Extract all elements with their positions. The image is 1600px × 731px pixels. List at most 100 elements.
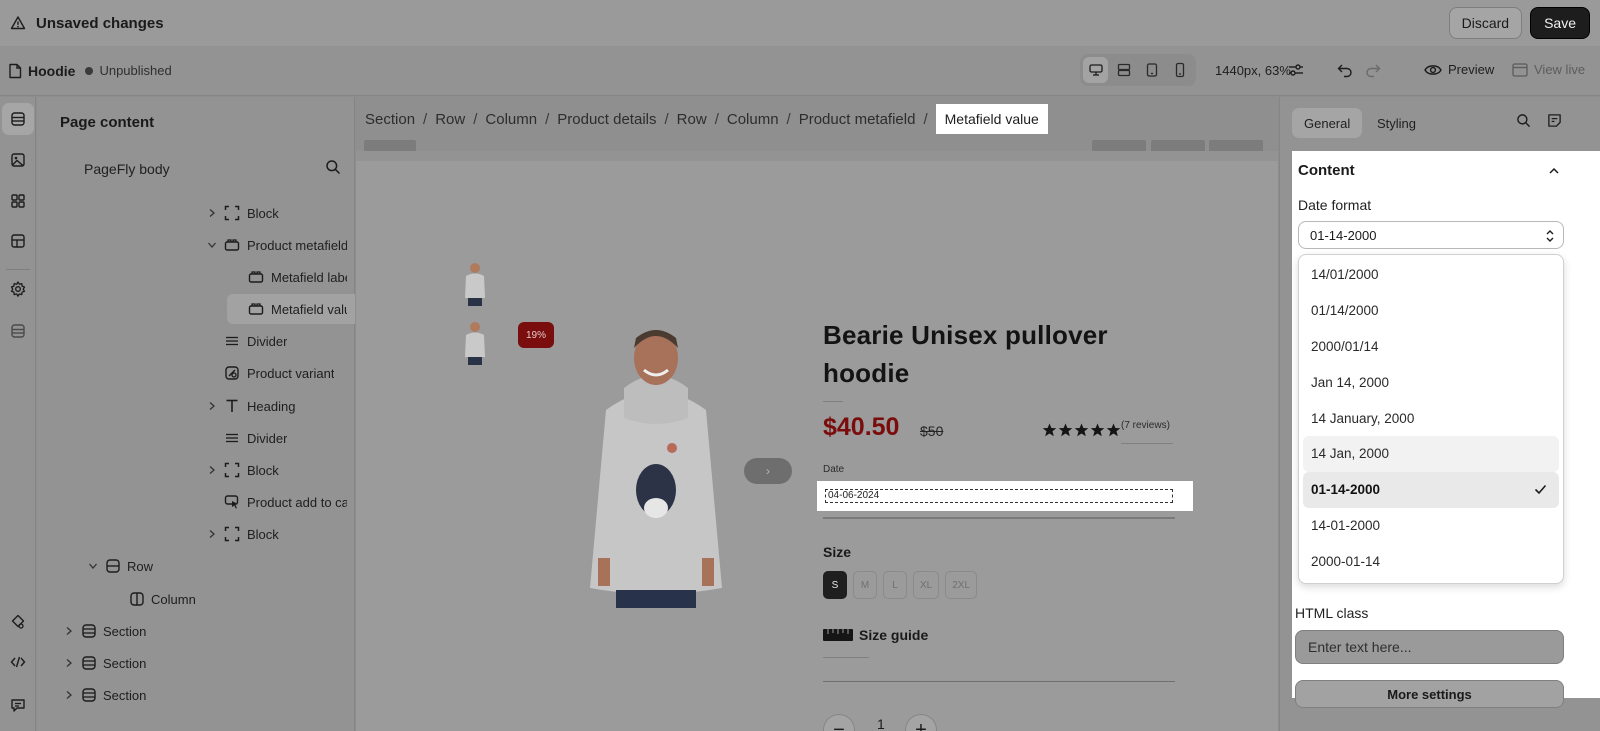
size-option-xl[interactable]: XL xyxy=(913,571,940,599)
undo-icon[interactable] xyxy=(1336,61,1354,79)
block-icon xyxy=(224,205,240,221)
save-button[interactable]: Save xyxy=(1530,7,1590,39)
breadcrumb-item[interactable]: Product metafield xyxy=(799,111,916,128)
next-image-button[interactable]: › xyxy=(744,458,792,484)
layer-item-metafield-value[interactable]: Metafield value xyxy=(227,294,355,324)
chevron-right-icon[interactable] xyxy=(207,401,217,411)
size-option-s[interactable]: S xyxy=(823,571,847,599)
chevron-up-icon[interactable] xyxy=(1548,165,1560,177)
html-class-input[interactable]: Enter text here... xyxy=(1295,630,1564,664)
date-format-option[interactable]: 2000-01-14 xyxy=(1303,543,1559,579)
elements-grid-icon[interactable] xyxy=(2,185,34,217)
breadcrumb-item[interactable]: Product details xyxy=(557,111,656,128)
size-guide-link[interactable]: Size guide xyxy=(823,627,928,643)
view-live-button[interactable]: View live xyxy=(1512,62,1585,77)
layout-icon[interactable] xyxy=(2,225,34,257)
element-handle[interactable] xyxy=(1209,140,1263,151)
more-settings-button[interactable]: More settings xyxy=(1295,680,1564,708)
search-icon[interactable] xyxy=(1516,113,1531,128)
layer-item-section[interactable]: Section xyxy=(37,616,355,646)
date-format-option[interactable]: 14 January, 2000 xyxy=(1303,400,1559,436)
metafield-value[interactable]: 04-06-2024 xyxy=(825,489,1173,503)
quantity-plus-button[interactable]: + xyxy=(905,714,937,731)
layer-item-divider[interactable]: Divider xyxy=(37,326,355,356)
note-icon[interactable] xyxy=(1547,113,1562,128)
chevron-right-icon[interactable] xyxy=(207,529,217,539)
pagefly-body-label[interactable]: PageFly body xyxy=(84,161,170,177)
date-format-option[interactable]: 14/01/2000 xyxy=(1303,257,1559,293)
date-format-option-selected[interactable]: 01-14-2000 xyxy=(1303,471,1559,508)
page-name[interactable]: Hoodie xyxy=(28,63,75,79)
layers-icon[interactable] xyxy=(2,103,34,135)
layer-item-column[interactable]: Column xyxy=(37,584,355,614)
breadcrumb-item[interactable]: Row xyxy=(435,111,465,128)
redo-icon[interactable] xyxy=(1364,61,1382,79)
chevron-right-icon[interactable] xyxy=(64,658,74,668)
theme-icon[interactable] xyxy=(2,606,34,638)
chevron-right-icon[interactable] xyxy=(207,465,217,475)
chevron-right-icon[interactable] xyxy=(207,208,217,218)
date-format-option[interactable]: Jan 14, 2000 xyxy=(1303,364,1559,400)
desktop-icon[interactable] xyxy=(1111,57,1136,83)
quantity-value[interactable]: 1 xyxy=(877,716,885,731)
product-image[interactable] xyxy=(576,318,736,608)
tab-styling[interactable]: Styling xyxy=(1365,108,1428,138)
chat-icon[interactable] xyxy=(2,689,34,721)
metafield-icon xyxy=(248,269,264,285)
chevron-down-icon[interactable] xyxy=(88,561,98,571)
quantity-minus-button[interactable]: − xyxy=(823,714,855,731)
mobile-icon[interactable] xyxy=(1168,57,1193,83)
breadcrumb-item[interactable]: Section xyxy=(365,111,415,128)
size-option-m[interactable]: M xyxy=(853,571,877,599)
zoom-level[interactable]: 1440px, 63% xyxy=(1215,63,1291,78)
date-format-option[interactable]: 01/14/2000 xyxy=(1303,293,1559,329)
layer-label: Divider xyxy=(247,431,288,446)
date-format-select[interactable]: 01-14-2000 xyxy=(1298,221,1564,249)
chevron-down-icon[interactable] xyxy=(207,240,217,250)
product-thumbnail[interactable] xyxy=(460,260,490,308)
layer-item-block[interactable]: Block xyxy=(37,198,355,228)
reviews-count[interactable]: (7 reviews) xyxy=(1121,420,1170,431)
page-status: Unpublished xyxy=(99,63,172,78)
product-thumbnail[interactable] xyxy=(460,319,490,367)
element-handle[interactable] xyxy=(1092,140,1146,151)
date-format-option[interactable]: 2000/01/14 xyxy=(1303,329,1559,365)
media-icon[interactable] xyxy=(2,144,34,176)
star-icon xyxy=(1074,423,1089,437)
date-format-option-hovered[interactable]: 14 Jan, 2000 xyxy=(1303,435,1559,472)
tablet-icon[interactable] xyxy=(1140,57,1165,83)
sliders-icon[interactable] xyxy=(1287,61,1305,79)
layer-item-metafield-label[interactable]: Metafield label xyxy=(37,262,355,292)
layer-item-divider[interactable]: Divider xyxy=(37,423,355,453)
chevron-right-icon[interactable] xyxy=(64,626,74,636)
layer-item-product-add-to-cart[interactable]: Product add to cart xyxy=(37,487,355,517)
layer-label: Section xyxy=(103,656,147,671)
breadcrumb-item[interactable]: Row xyxy=(677,111,707,128)
metafield-label: Date xyxy=(823,464,845,475)
layer-item-row[interactable]: Row xyxy=(37,551,355,581)
discard-button[interactable]: Discard xyxy=(1448,7,1523,39)
layer-item-block[interactable]: Block xyxy=(37,455,355,485)
size-option-l[interactable]: L xyxy=(883,571,907,599)
layer-item-block[interactable]: Block xyxy=(37,519,355,549)
element-handle[interactable] xyxy=(1151,140,1205,151)
layer-item-section[interactable]: Section xyxy=(37,680,355,710)
tab-general[interactable]: General xyxy=(1292,108,1363,138)
size-option-2xl[interactable]: 2XL xyxy=(945,571,978,599)
date-format-option[interactable]: 14-01-2000 xyxy=(1303,508,1559,544)
layer-item-section[interactable]: Section xyxy=(37,648,355,678)
breadcrumb-item[interactable]: Column xyxy=(485,111,537,128)
preview-button[interactable]: Preview xyxy=(1424,62,1494,77)
layer-item-product-variant[interactable]: Product variant xyxy=(37,358,355,388)
layer-item-heading[interactable]: Heading xyxy=(37,391,355,421)
code-icon[interactable] xyxy=(2,646,34,678)
element-handle[interactable] xyxy=(364,140,416,151)
layer-item-product-metafield[interactable]: Product metafield xyxy=(37,230,355,260)
settings-icon[interactable] xyxy=(2,273,34,305)
content-section-title[interactable]: Content xyxy=(1298,162,1355,179)
search-icon[interactable] xyxy=(325,159,341,175)
desktop-large-icon[interactable] xyxy=(1083,57,1109,83)
breadcrumb-item[interactable]: Column xyxy=(727,111,779,128)
database-icon[interactable] xyxy=(2,315,34,347)
chevron-right-icon[interactable] xyxy=(64,690,74,700)
